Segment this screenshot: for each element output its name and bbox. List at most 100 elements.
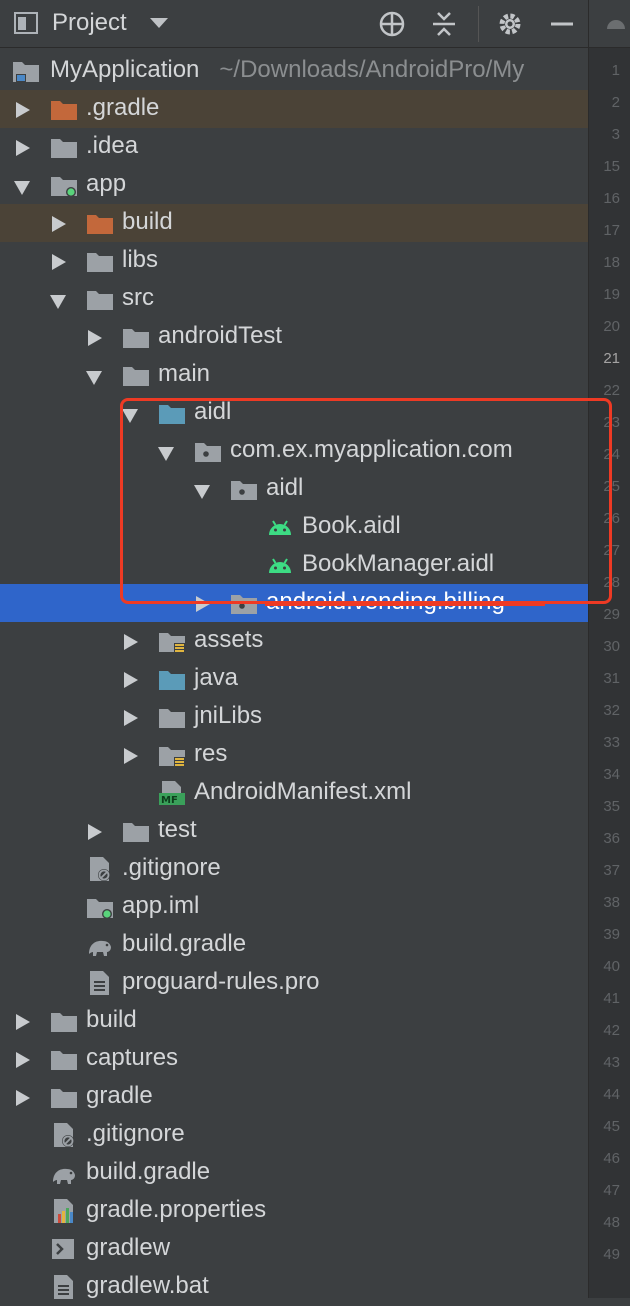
tree-item-label: src	[122, 284, 154, 311]
line-number: 37	[603, 862, 620, 879]
line-number: 45	[603, 1118, 620, 1135]
tree-item-label: .gradle	[86, 94, 160, 121]
line-number: 30	[603, 638, 620, 655]
line-number: 19	[603, 286, 620, 303]
chevron-right-icon[interactable]	[16, 1052, 30, 1068]
chevron-right-icon[interactable]	[16, 102, 30, 118]
tree-item-label: android.vending.billing	[266, 588, 505, 615]
tree-item-label: BookManager.aidl	[302, 550, 495, 577]
chevron-right-icon[interactable]	[52, 216, 66, 232]
tree-item-label: .gitignore	[122, 854, 221, 881]
tree-row-main-dir[interactable]: main	[0, 356, 588, 394]
tree-row-aidl-package-dir[interactable]: aidl	[0, 470, 588, 508]
chevron-down-icon[interactable]	[194, 485, 210, 499]
chevron-right-icon[interactable]	[16, 140, 30, 156]
tree-root-row[interactable]: MyApplication ~/Downloads/AndroidPro/My	[0, 52, 588, 90]
tree-row-assets-dir[interactable]: assets	[0, 622, 588, 660]
tree-row-src-dir[interactable]: src	[0, 280, 588, 318]
tree-row-gradlew-bat-file[interactable]: gradlew.bat	[0, 1268, 588, 1306]
tree-row-root-build-dir[interactable]: build	[0, 1002, 588, 1040]
tree-row-gradlew-file[interactable]: gradlew	[0, 1230, 588, 1268]
chevron-right-icon[interactable]	[16, 1014, 30, 1030]
annotation-strike-line	[265, 603, 545, 606]
tree-row-root-gitignore-file[interactable]: .gitignore	[0, 1116, 588, 1154]
line-number: 16	[603, 190, 620, 207]
project-view-title[interactable]: Project	[52, 9, 127, 37]
tree-row-book-aidl-file[interactable]: Book.aidl	[0, 508, 588, 546]
tree-row-bookmanager-aidl-file[interactable]: BookManager.aidl	[0, 546, 588, 584]
android-icon	[607, 20, 625, 29]
tree-row-package-dir[interactable]: com.ex.myapplication.com	[0, 432, 588, 470]
line-number: 2	[611, 94, 620, 111]
chevron-right-icon[interactable]	[88, 824, 102, 840]
tree-row-gradle-dir[interactable]: .gradle	[0, 90, 588, 128]
editor-tab[interactable]	[589, 0, 630, 48]
line-number: 29	[603, 606, 620, 623]
folder-icon	[51, 1089, 77, 1108]
tree-row-proguard-file[interactable]: proguard-rules.pro	[0, 964, 588, 1002]
package-icon	[195, 443, 221, 462]
chevron-down-icon[interactable]	[150, 18, 168, 28]
editor-gutter: 1 2 3 15 16 17 18 19 20 21 22 23 24 25 26 27 28 29 30 31 32 3…	[588, 0, 630, 1298]
chevron-right-icon[interactable]	[124, 634, 138, 650]
tree-row-app-gitignore-file[interactable]: .gitignore	[0, 850, 588, 888]
tree-row-gradle-properties-file[interactable]: gradle.properties	[0, 1192, 588, 1230]
tree-row-idea-dir[interactable]: .idea	[0, 128, 588, 166]
tree-row-java-dir[interactable]: java	[0, 660, 588, 698]
line-number: 46	[603, 1150, 620, 1167]
tree-row-manifest-file[interactable]: MF AndroidManifest.xml	[0, 774, 588, 812]
tree-item-label: proguard-rules.pro	[122, 968, 320, 995]
chevron-right-icon[interactable]	[88, 330, 102, 346]
tree-row-app-iml-file[interactable]: app.iml	[0, 888, 588, 926]
tree-row-app-build-gradle-file[interactable]: build.gradle	[0, 926, 588, 964]
line-number: 1	[611, 62, 620, 79]
line-number: 40	[603, 958, 620, 975]
line-number: 17	[603, 222, 620, 239]
tree-row-root-build-gradle-file[interactable]: build.gradle	[0, 1154, 588, 1192]
tree-row-androidtest-dir[interactable]: androidTest	[0, 318, 588, 356]
manifest-icon: MF	[159, 781, 185, 806]
line-number: 21	[603, 350, 620, 367]
tree-row-build-dir[interactable]: build	[0, 204, 588, 242]
line-number: 25	[603, 478, 620, 495]
tree-row-captures-dir[interactable]: captures	[0, 1040, 588, 1078]
resource-folder-icon	[159, 747, 185, 767]
locate-file-icon[interactable]	[378, 10, 406, 38]
chevron-down-icon[interactable]	[14, 181, 30, 195]
line-number: 42	[603, 1022, 620, 1039]
chevron-right-icon[interactable]	[124, 748, 138, 764]
chevron-down-icon[interactable]	[50, 295, 66, 309]
chevron-down-icon[interactable]	[122, 409, 138, 423]
chevron-right-icon[interactable]	[124, 710, 138, 726]
shell-script-icon	[52, 1239, 74, 1259]
tree-row-test-dir[interactable]: test	[0, 812, 588, 850]
tree-item-label: .idea	[86, 132, 139, 159]
tree-item-label: java	[194, 664, 239, 691]
gradle-elephant-icon	[53, 1168, 75, 1184]
gear-icon[interactable]	[496, 10, 524, 38]
tree-row-jnilibs-dir[interactable]: jniLibs	[0, 698, 588, 736]
tree-item-label: libs	[122, 246, 159, 273]
chevron-down-icon[interactable]	[86, 371, 102, 385]
chevron-down-icon[interactable]	[158, 447, 174, 461]
tree-row-gradle-dir-root[interactable]: gradle	[0, 1078, 588, 1116]
chevron-right-icon[interactable]	[16, 1090, 30, 1106]
chevron-right-icon[interactable]	[124, 672, 138, 688]
tree-item-label: gradle	[86, 1082, 153, 1109]
folder-icon	[87, 253, 113, 272]
line-number: 18	[603, 254, 620, 271]
hide-panel-icon[interactable]	[548, 10, 576, 38]
tree-row-app-module[interactable]: app	[0, 166, 588, 204]
chevron-right-icon[interactable]	[196, 596, 210, 612]
line-number: 35	[603, 798, 620, 815]
line-number: 34	[603, 766, 620, 783]
line-number: 24	[603, 446, 620, 463]
line-number: 20	[603, 318, 620, 335]
tree-row-libs-dir[interactable]: libs	[0, 242, 588, 280]
collapse-all-icon[interactable]	[430, 10, 458, 38]
line-number: 41	[603, 990, 620, 1007]
tree-row-res-dir[interactable]: res	[0, 736, 588, 774]
chevron-right-icon[interactable]	[52, 254, 66, 270]
tree-item-label: res	[194, 740, 228, 767]
tree-row-aidl-dir[interactable]: aidl	[0, 394, 588, 432]
